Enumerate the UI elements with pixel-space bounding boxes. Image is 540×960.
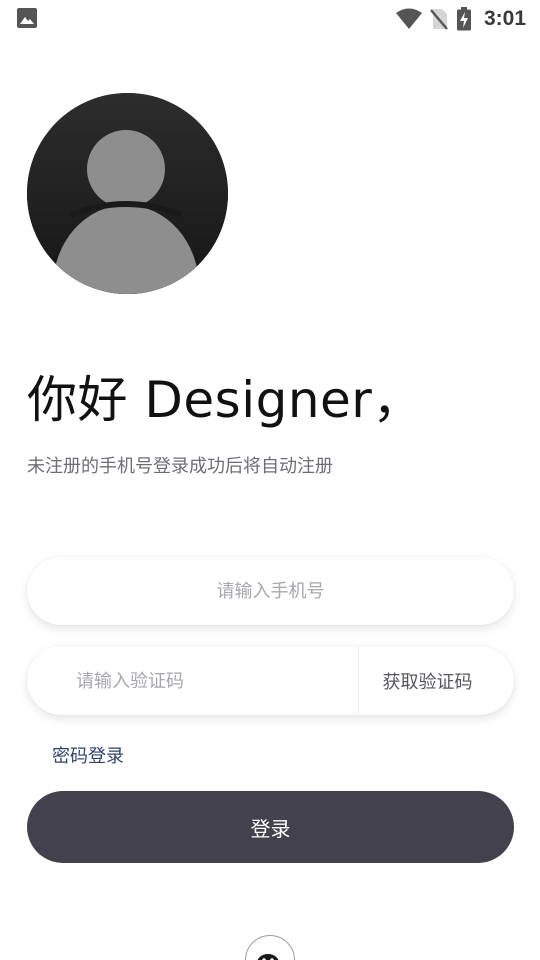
status-icons: 3:01: [395, 5, 526, 33]
no-sim-icon: [430, 9, 448, 30]
image-icon: [17, 8, 37, 28]
login-button[interactable]: 登录: [27, 791, 514, 863]
phone-input[interactable]: [27, 557, 514, 625]
login-screen: 3:01 你好 Designer， 未注册的手机号登录成功后将自动注册 获取验证…: [0, 0, 540, 960]
get-code-button[interactable]: 获取验证码: [359, 646, 514, 715]
wechat-icon: [257, 954, 279, 960]
third-party-login-button[interactable]: [245, 935, 295, 960]
status-time: 3:01: [483, 7, 526, 30]
code-field: 获取验证码: [27, 646, 514, 715]
avatar[interactable]: [27, 93, 228, 294]
battery-charging-icon: [456, 7, 471, 31]
password-login-link[interactable]: 密码登录: [52, 742, 124, 768]
code-input[interactable]: [74, 646, 358, 715]
greeting-title: 你好 Designer，: [27, 371, 423, 429]
status-bar: 3:01: [0, 0, 540, 38]
phone-field: [27, 557, 514, 625]
default-user-icon: [27, 93, 228, 294]
register-hint: 未注册的手机号登录成功后将自动注册: [27, 456, 333, 477]
wifi-icon: [395, 8, 422, 29]
